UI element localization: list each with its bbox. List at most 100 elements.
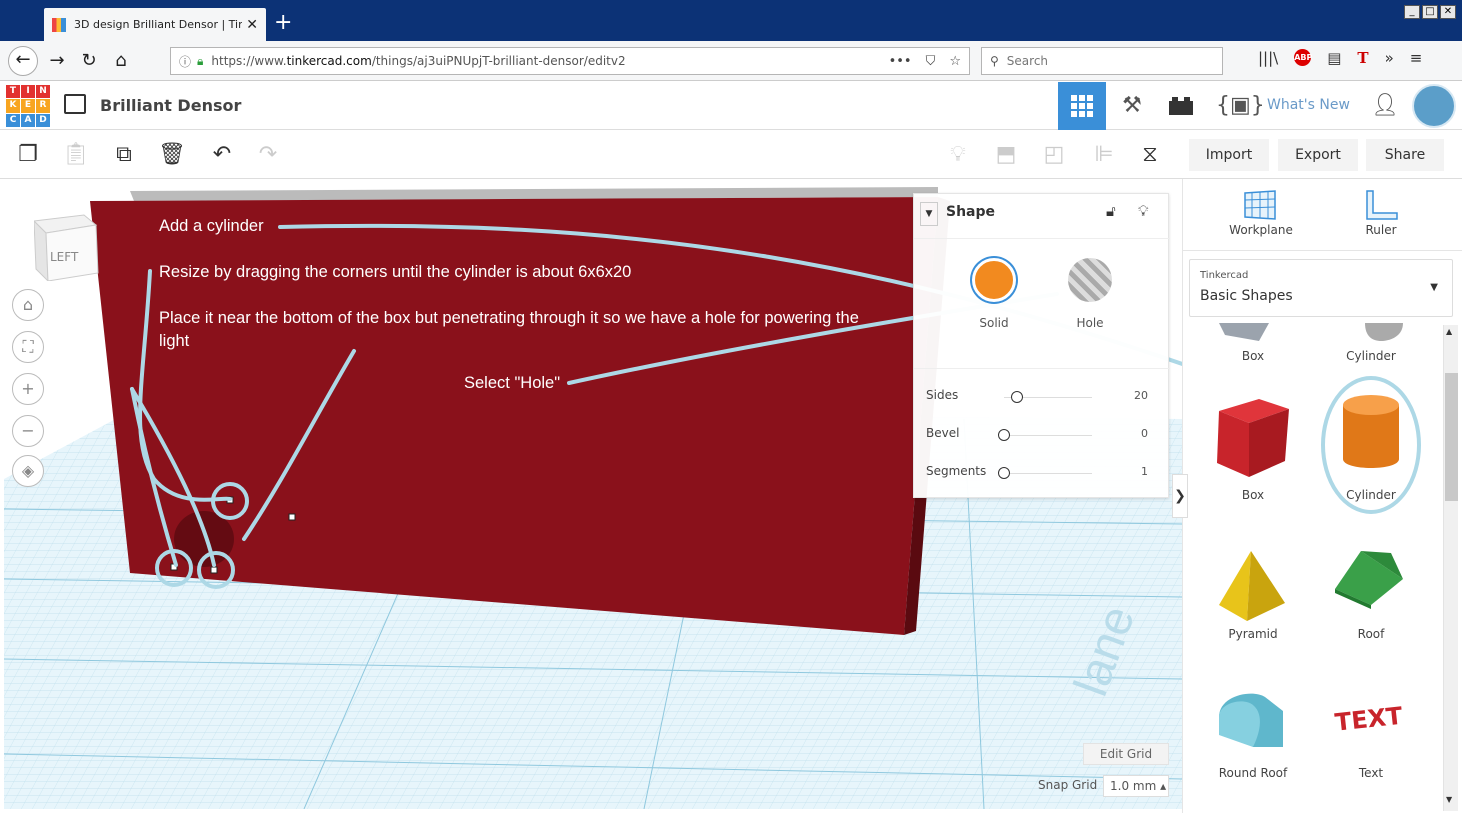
workplane-icon[interactable]: [1243, 189, 1277, 221]
reload-icon[interactable]: ↻: [76, 49, 102, 73]
ruler-icon[interactable]: [1363, 189, 1399, 221]
redo-icon[interactable]: ↷: [254, 141, 282, 169]
shape-label-round-roof[interactable]: Round Roof: [1203, 766, 1303, 780]
maximize-icon[interactable]: □: [1422, 5, 1438, 19]
scroll-up-icon[interactable]: ▲: [1446, 327, 1452, 336]
scroll-down-icon[interactable]: ▼: [1446, 795, 1452, 804]
pocket-icon[interactable]: ⛉: [926, 54, 936, 69]
align-icon[interactable]: ⊫: [1090, 141, 1118, 169]
reader-view-icon[interactable]: ▤: [1327, 49, 1341, 67]
shape-label-cylinder[interactable]: Cylinder: [1321, 488, 1421, 502]
pickaxe-icon[interactable]: ⚒: [1117, 92, 1147, 120]
extension-t-icon[interactable]: T: [1357, 49, 1368, 67]
view-cube[interactable]: LEFT: [34, 211, 100, 281]
duplicate-icon[interactable]: ⧉: [110, 141, 138, 169]
share-button[interactable]: Share: [1366, 139, 1444, 171]
inspector-collapse-icon[interactable]: ▼: [920, 202, 938, 226]
search-icon: ⚲: [990, 54, 999, 68]
visibility-bulb-icon[interactable]: 💡︎: [1138, 202, 1149, 220]
back-arrow-icon[interactable]: ←: [8, 46, 38, 76]
library-icon[interactable]: |||\: [1258, 49, 1278, 67]
browser-tab[interactable]: 3D design Brilliant Densor | Tinkercad ✕: [44, 8, 266, 41]
bookmark-star-icon[interactable]: ☆: [949, 54, 961, 69]
import-button[interactable]: Import: [1189, 139, 1269, 171]
workplane-tool[interactable]: Workplane: [1211, 223, 1311, 237]
home-view-icon[interactable]: ⌂: [12, 289, 44, 321]
panel-collapse-toggle[interactable]: ❯: [1172, 474, 1188, 518]
url-text[interactable]: https://www.tinkercad.com/things/aj3uiPN…: [211, 54, 874, 68]
shape-label-pyramid[interactable]: Pyramid: [1203, 627, 1303, 641]
codeblocks-icon[interactable]: {▣}: [1216, 92, 1265, 120]
fit-view-icon[interactable]: ⛶: [12, 331, 44, 363]
solid-color-swatch[interactable]: [972, 258, 1016, 302]
export-button[interactable]: Export: [1278, 139, 1358, 171]
sides-slider-thumb[interactable]: [1011, 391, 1023, 403]
ortho-view-icon[interactable]: ◈: [12, 455, 44, 487]
new-tab-button[interactable]: +: [274, 10, 292, 36]
roof-shape-icon[interactable]: [1331, 549, 1407, 609]
shape-label-cylinder-top[interactable]: Cylinder: [1321, 349, 1421, 363]
close-window-icon[interactable]: ✕: [1440, 5, 1456, 19]
search-bar[interactable]: ⚲ Search: [981, 47, 1223, 75]
hamburger-menu-icon[interactable]: ≡: [1410, 49, 1423, 67]
delete-trash-icon[interactable]: 🗑︎: [158, 141, 186, 169]
shape-label-text[interactable]: Text: [1321, 766, 1421, 780]
edit-grid-button[interactable]: Edit Grid: [1083, 743, 1169, 765]
url-bar[interactable]: ⓘ 🔒︎ https://www.tinkercad.com/things/aj…: [170, 47, 970, 75]
minimize-icon[interactable]: _: [1404, 5, 1420, 19]
hole-swatch[interactable]: [1068, 258, 1112, 302]
zoom-in-icon[interactable]: +: [12, 373, 44, 405]
ruler-tool[interactable]: Ruler: [1331, 223, 1431, 237]
logo-letter: T: [6, 85, 20, 99]
category-name: Basic Shapes: [1200, 288, 1293, 304]
mirror-icon[interactable]: ⧖: [1136, 141, 1164, 169]
shape-category-select[interactable]: Tinkercad Basic Shapes ▼: [1189, 259, 1453, 317]
3d-view-button[interactable]: [1058, 82, 1106, 130]
dropdown-arrow-icon: ▼: [1430, 282, 1438, 293]
pyramid-shape-icon[interactable]: [1213, 549, 1289, 623]
project-title[interactable]: Brilliant Densor: [100, 96, 241, 115]
panel-scrollbar[interactable]: ▲ ▼: [1443, 325, 1458, 811]
adblock-icon[interactable]: ABP: [1294, 49, 1312, 66]
zoom-out-icon[interactable]: −: [12, 415, 44, 447]
bevel-slider-thumb[interactable]: [998, 429, 1010, 441]
scrollbar-thumb[interactable]: [1445, 373, 1458, 501]
group-icon[interactable]: ⬒: [992, 141, 1020, 169]
copy-icon[interactable]: ❐: [14, 141, 42, 169]
lightbulb-icon[interactable]: 💡︎: [944, 141, 972, 169]
whats-new-link[interactable]: What's New: [1267, 97, 1350, 113]
shape-label-roof[interactable]: Roof: [1321, 627, 1421, 641]
overflow-chevron-icon[interactable]: »: [1385, 49, 1394, 67]
add-user-icon[interactable]: 👤︎: [1370, 92, 1400, 120]
text-shape-icon[interactable]: TEXT: [1331, 695, 1411, 745]
tab-title: 3D design Brilliant Densor | Tinkercad: [74, 18, 243, 31]
paste-icon[interactable]: 📋︎: [62, 141, 90, 169]
info-icon[interactable]: ⓘ: [179, 53, 191, 70]
forward-arrow-icon[interactable]: →: [44, 49, 70, 73]
tinkercad-logo[interactable]: T I N K E R C A D: [6, 85, 50, 127]
design-list-icon[interactable]: [64, 94, 86, 114]
home-icon[interactable]: ⌂: [108, 49, 134, 73]
category-source: Tinkercad: [1200, 270, 1249, 281]
segments-slider-thumb[interactable]: [998, 467, 1010, 479]
edit-toolbar: ❐ 📋︎ ⧉ 🗑︎ ↶ ↷ 💡︎ ⬒ ◰ ⊫ ⧖ Import Export S…: [0, 131, 1462, 179]
shape-label-box-top[interactable]: Box: [1203, 349, 1303, 363]
segments-value[interactable]: 1: [1114, 465, 1148, 478]
round-roof-shape-icon[interactable]: [1213, 687, 1289, 751]
sides-value[interactable]: 20: [1114, 389, 1148, 402]
bevel-value[interactable]: 0: [1114, 427, 1148, 440]
ungroup-icon[interactable]: ◰: [1040, 141, 1068, 169]
segments-slider-track[interactable]: [1004, 473, 1092, 474]
annotation-place: Place it near the bottom of the box but …: [159, 309, 859, 350]
user-avatar[interactable]: [1412, 84, 1456, 128]
box-shape-icon[interactable]: [1213, 395, 1293, 479]
bevel-slider-track[interactable]: [1004, 435, 1092, 436]
shape-label-box[interactable]: Box: [1203, 488, 1303, 502]
search-placeholder: Search: [1006, 54, 1049, 68]
undo-icon[interactable]: ↶: [208, 141, 236, 169]
bricks-icon[interactable]: [1166, 92, 1196, 120]
close-tab-icon[interactable]: ✕: [246, 17, 258, 33]
snap-grid-select[interactable]: 1.0 mm ▴: [1103, 775, 1169, 797]
page-actions-icon[interactable]: •••: [889, 54, 912, 69]
lock-icon[interactable]: 🔓︎: [1106, 202, 1116, 220]
